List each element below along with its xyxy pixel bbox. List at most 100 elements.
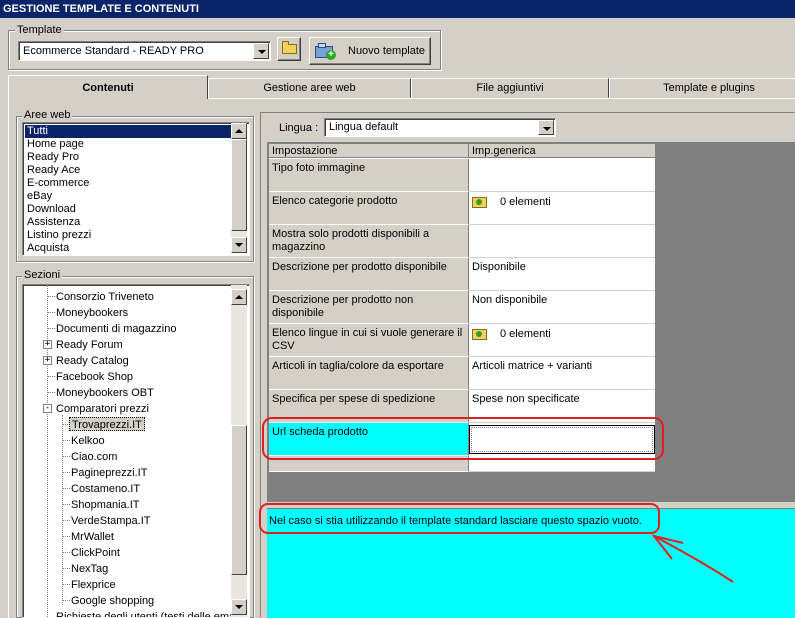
- new-template-label: Nuovo template: [348, 45, 426, 57]
- tree-line: [62, 488, 70, 489]
- template-dropdown-button[interactable]: [253, 43, 269, 59]
- tree-line: [47, 312, 55, 313]
- tree-item-selected[interactable]: Trovaprezzi.IT: [69, 417, 145, 431]
- tree-item[interactable]: Kelkoo: [71, 434, 105, 448]
- sezioni-label: Sezioni: [22, 269, 63, 281]
- scroll-down-button[interactable]: [231, 237, 247, 253]
- list-editor-icon[interactable]: [472, 195, 487, 208]
- expand-plus-icon[interactable]: +: [43, 356, 52, 365]
- list-item[interactable]: Assistenza: [25, 216, 80, 229]
- annotation-highlight-url-row: [262, 417, 664, 460]
- tab-template-e-plugins[interactable]: Template e plugins: [609, 78, 795, 98]
- aree-web-list[interactable]: Tutti Home page Ready Pro Ready Ace E-co…: [22, 122, 250, 256]
- tree-item[interactable]: Comparatori prezzi: [56, 402, 149, 416]
- list-item[interactable]: Download: [25, 203, 76, 216]
- lingua-select-value: Lingua default: [329, 121, 399, 133]
- list-item[interactable]: Ready Pro: [25, 151, 79, 164]
- tree-item[interactable]: Ready Forum: [56, 338, 123, 352]
- grid-row-value-text: Spese non specificate: [472, 393, 580, 405]
- list-item[interactable]: Tutti: [25, 125, 231, 138]
- tab-gestione-aree-web[interactable]: Gestione aree web: [208, 78, 411, 98]
- tree-line: [62, 456, 70, 457]
- tree-line: [62, 504, 70, 505]
- folder-tab-icon: [282, 41, 289, 45]
- scroll-thumb[interactable]: [231, 425, 247, 575]
- tree-line: [62, 552, 70, 553]
- list-item[interactable]: eBay: [25, 190, 52, 203]
- tab-contenuti[interactable]: Contenuti: [8, 75, 208, 99]
- lingua-dropdown-button[interactable]: [538, 120, 554, 135]
- aree-web-label: Aree web: [22, 109, 73, 121]
- grid-header-imp-generica[interactable]: Imp.generica: [469, 144, 655, 158]
- tree-item[interactable]: Pagineprezzi.IT: [71, 466, 147, 480]
- grid-row-name: Descrizione per prodotto non disponibile: [269, 291, 469, 324]
- grid-row-value[interactable]: 0 elementi: [469, 324, 655, 357]
- grid-row-value-text: Non disponibile: [472, 294, 548, 306]
- annotation-highlight-info: [259, 503, 660, 534]
- expand-plus-icon[interactable]: +: [43, 340, 52, 349]
- scroll-up-button[interactable]: [231, 289, 247, 305]
- tree-line: [62, 415, 63, 605]
- tree-item[interactable]: Moneybookers OBT: [56, 386, 154, 400]
- grid-row-value-text: 0 elementi: [500, 328, 551, 340]
- folder-icon: [282, 44, 297, 54]
- tree-line: [62, 584, 70, 585]
- collapse-minus-icon[interactable]: -: [43, 404, 52, 413]
- tree-line: [47, 328, 55, 329]
- tree-item[interactable]: Ready Catalog: [56, 354, 129, 368]
- list-item[interactable]: Listino prezzi: [25, 229, 91, 242]
- tree-item[interactable]: Costameno.IT: [71, 482, 140, 496]
- tree-item[interactable]: Richieste degli utenti (testi delle emai…: [56, 610, 244, 617]
- grid-row-value[interactable]: 0 elementi: [469, 192, 655, 225]
- grid-row-value[interactable]: Disponibile: [469, 258, 655, 291]
- grid-row-value[interactable]: [469, 159, 655, 192]
- tree-item[interactable]: ClickPoint: [71, 546, 120, 560]
- window-title: GESTIONE TEMPLATE E CONTENUTI: [0, 0, 795, 18]
- sezioni-tree[interactable]: + + - Consorzio Triveneto Moneybookers D…: [22, 284, 250, 618]
- tree-item[interactable]: VerdeStampa.IT: [71, 514, 151, 528]
- tree-item[interactable]: MrWallet: [71, 530, 114, 544]
- grid-row-value[interactable]: Non disponibile: [469, 291, 655, 324]
- tree-item[interactable]: Ciao.com: [71, 450, 117, 464]
- template-select-value: Ecommerce Standard - READY PRO: [23, 45, 204, 57]
- list-item[interactable]: Ready Ace: [25, 164, 80, 177]
- list-item[interactable]: E-commerce: [25, 177, 89, 190]
- lingua-select[interactable]: Lingua default: [324, 118, 556, 137]
- new-template-button[interactable]: + Nuovo template: [309, 37, 431, 65]
- tree-item[interactable]: Moneybookers: [56, 306, 128, 320]
- open-folder-button[interactable]: [277, 37, 301, 61]
- grid-header-impostazione[interactable]: Impostazione: [269, 144, 469, 158]
- tree-item[interactable]: Flexprice: [71, 578, 116, 592]
- list-item[interactable]: Acquista: [25, 242, 69, 255]
- grid-row-name: Articoli in taglia/colore da esportare: [269, 357, 469, 390]
- aree-web-scrollbar[interactable]: [231, 123, 247, 253]
- grid-row-name: Tipo foto immagine: [269, 159, 469, 192]
- tab-file-aggiuntivi[interactable]: File aggiuntivi: [411, 78, 609, 98]
- template-select[interactable]: Ecommerce Standard - READY PRO: [18, 41, 271, 61]
- tree-line: [47, 296, 55, 297]
- tree-item[interactable]: Shopmania.IT: [71, 498, 139, 512]
- new-template-icon: +: [315, 43, 337, 60]
- tree-line: [47, 392, 55, 393]
- tree-item[interactable]: Consorzio Triveneto: [56, 290, 154, 304]
- tree-line: [62, 568, 70, 569]
- tree-item[interactable]: Google shopping: [71, 594, 154, 608]
- grid-row-value[interactable]: [469, 225, 655, 258]
- tree-line: [62, 472, 70, 473]
- tree-item[interactable]: Documenti di magazzino: [56, 322, 176, 336]
- tree-line: [62, 536, 70, 537]
- scroll-down-button[interactable]: [231, 599, 247, 615]
- lingua-label: Lingua :: [279, 122, 319, 134]
- sezioni-scrollbar[interactable]: [231, 285, 247, 617]
- tree-line: [62, 520, 70, 521]
- list-editor-icon[interactable]: [472, 327, 487, 340]
- scroll-up-button[interactable]: [231, 123, 247, 139]
- tree-item[interactable]: NexTag: [71, 562, 108, 576]
- grid-row-name: Descrizione per prodotto disponibile: [269, 258, 469, 291]
- grid-row-name: Elenco lingue in cui si vuole generare i…: [269, 324, 469, 357]
- tree-item[interactable]: Facebook Shop: [56, 370, 133, 384]
- grid-row-value[interactable]: Articoli matrice + varianti: [469, 357, 655, 390]
- tree-line: [62, 440, 70, 441]
- list-item[interactable]: Home page: [25, 138, 84, 151]
- scroll-thumb[interactable]: [231, 139, 247, 231]
